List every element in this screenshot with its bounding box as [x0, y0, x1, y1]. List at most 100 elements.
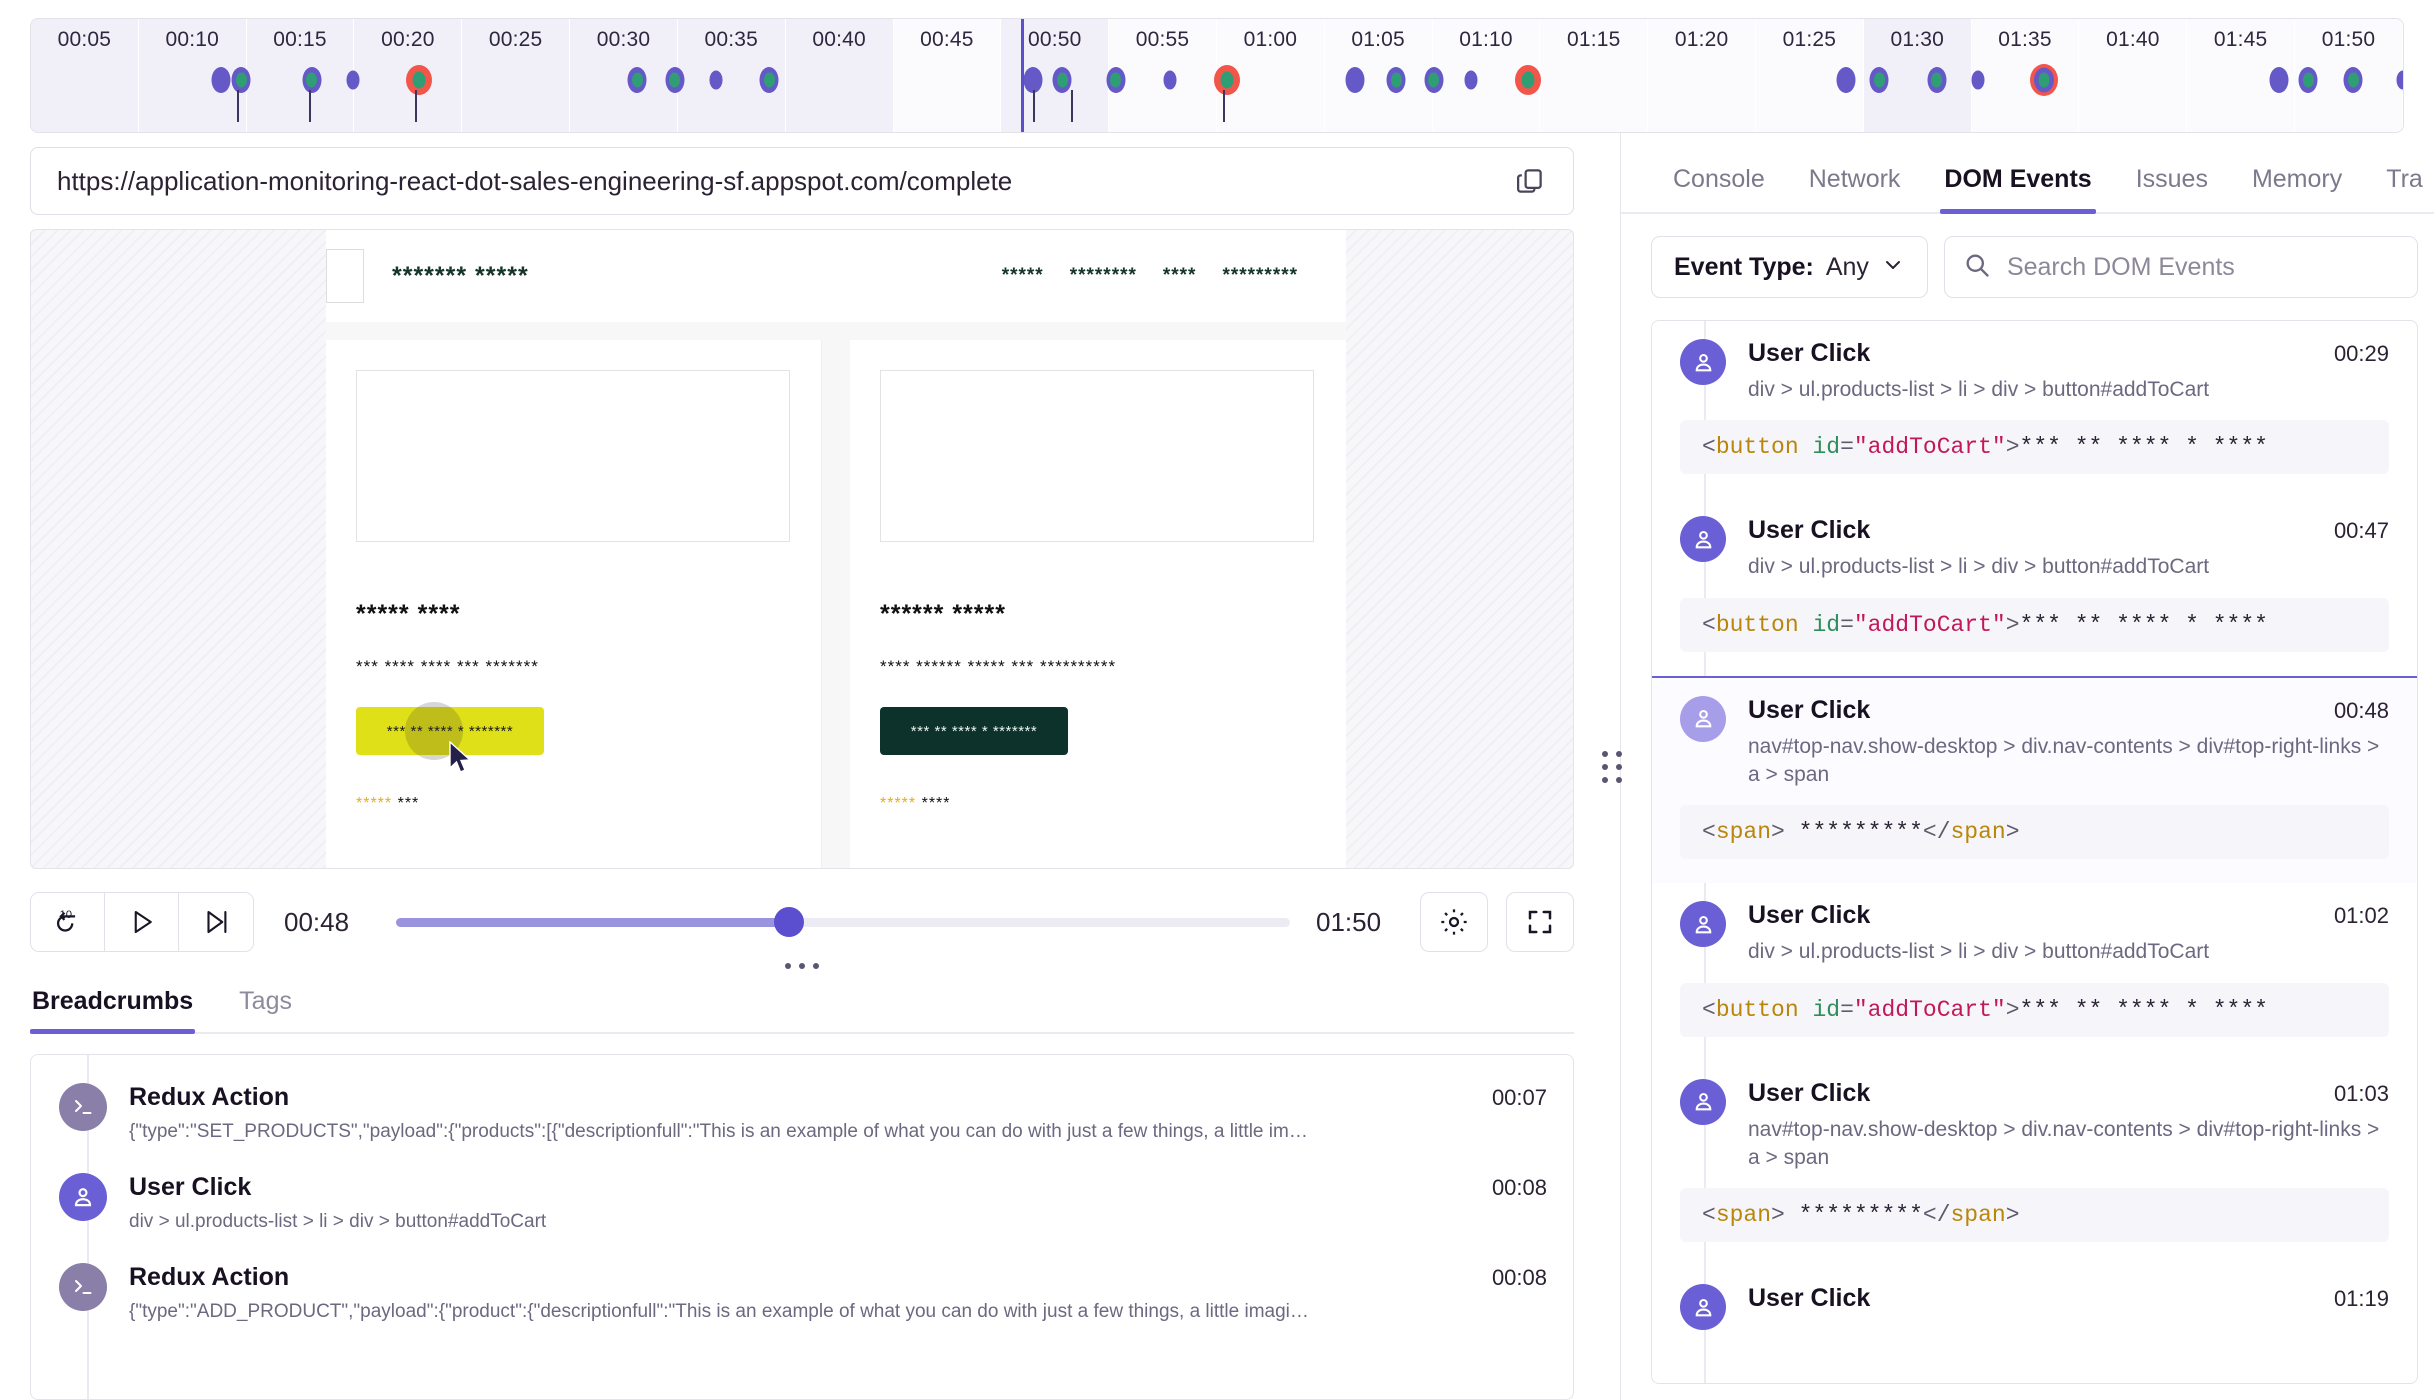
- dom-event-item[interactable]: User Click00:48nav#top-nav.show-desktop …: [1652, 676, 2417, 884]
- dom-event-item[interactable]: User Click00:47div > ul.products-list > …: [1652, 498, 2417, 675]
- timeline-tick: [309, 90, 311, 122]
- timeline-tick-label: 01:15: [1540, 28, 1647, 52]
- add-to-cart-button[interactable]: *** ** **** * *******: [880, 707, 1068, 755]
- left-pane: https://application-monitoring-react-dot…: [0, 133, 1604, 1400]
- event-type-select[interactable]: Event Type: Any: [1651, 236, 1928, 298]
- breadcrumbs-list[interactable]: Redux Action00:07{"type":"SET_PRODUCTS",…: [30, 1054, 1574, 1400]
- tab-tra[interactable]: Tra: [2364, 147, 2434, 212]
- event-type-label: Event Type:: [1674, 253, 1814, 282]
- tab-tags[interactable]: Tags: [237, 987, 294, 1032]
- timeline-marker[interactable]: [2397, 71, 2405, 90]
- dom-event-code: <button id="addToCart">*** ** **** * ***…: [1680, 983, 2389, 1037]
- gear-icon[interactable]: [1420, 892, 1488, 952]
- timeline-tick-label: 00:15: [247, 28, 354, 52]
- breadcrumb-time: 00:07: [1492, 1085, 1547, 1111]
- dom-event-item[interactable]: User Click00:29div > ul.products-list > …: [1652, 321, 2417, 498]
- scrubber-handle[interactable]: [774, 907, 804, 937]
- chevron-down-icon: [1881, 253, 1905, 282]
- search-input[interactable]: [2007, 253, 2399, 282]
- breadcrumb-time: 00:08: [1492, 1265, 1547, 1291]
- dom-event-item[interactable]: User Click01:02div > ul.products-list > …: [1652, 883, 2417, 1060]
- replay-viewport[interactable]: ******* ***** ***** ******** **** ******…: [30, 229, 1574, 869]
- timeline-tick: [1071, 90, 1073, 122]
- timeline-marker[interactable]: [1163, 71, 1176, 90]
- user-icon: [1680, 901, 1726, 947]
- fullscreen-icon[interactable]: [1506, 892, 1574, 952]
- tab-issues[interactable]: Issues: [2114, 147, 2230, 212]
- dom-event-selector: div > ul.products-list > li > div > butt…: [1748, 553, 2389, 581]
- replay-site-header: ******* ***** ***** ******** **** ******…: [326, 230, 1346, 322]
- breadcrumb-content: Redux Action00:08{"type":"ADD_PRODUCT","…: [129, 1263, 1547, 1323]
- main-split: https://application-monitoring-react-dot…: [0, 133, 2434, 1400]
- timeline-ticks: [31, 88, 2403, 122]
- timeline-strip[interactable]: 00:0500:1000:1500:2000:2500:3000:3500:40…: [30, 18, 2404, 133]
- dom-event-content: User Click01:02div > ul.products-list > …: [1748, 901, 2389, 966]
- search-icon: [1963, 251, 1991, 284]
- site-logo: [326, 249, 364, 303]
- timeline-marker[interactable]: [1464, 71, 1477, 90]
- timeline-tick: [1033, 90, 1035, 122]
- dom-event-content: User Click00:48nav#top-nav.show-desktop …: [1748, 696, 2389, 790]
- timeline-marker[interactable]: [1972, 71, 1985, 90]
- breadcrumb-item[interactable]: Redux Action00:08{"type":"ADD_PRODUCT","…: [31, 1249, 1573, 1339]
- timeline-tick-label: 01:30: [1864, 28, 1971, 52]
- copy-icon[interactable]: [1509, 160, 1551, 202]
- breadcrumb-title: User Click: [129, 1173, 251, 1202]
- product-image: [356, 370, 790, 542]
- play-icon[interactable]: [105, 893, 179, 951]
- timeline-tick-label: 00:50: [1001, 28, 1108, 52]
- dom-event-item[interactable]: User Click01:19: [1652, 1266, 2417, 1336]
- dom-event-content: User Click00:29div > ul.products-list > …: [1748, 339, 2389, 404]
- nav-link: *********: [1222, 265, 1298, 287]
- tab-memory[interactable]: Memory: [2230, 147, 2364, 212]
- add-to-cart-button[interactable]: *** ** **** * *******: [356, 707, 544, 755]
- tab-breadcrumbs[interactable]: Breadcrumbs: [30, 987, 195, 1032]
- timeline-tick-label: 00:35: [678, 28, 785, 52]
- playback-controls: 10: [30, 885, 1574, 959]
- dom-events-list[interactable]: User Click 00:29 div > ul.products-list > …: [1651, 320, 2418, 1384]
- breadcrumb-title: Redux Action: [129, 1083, 289, 1112]
- skip-next-icon[interactable]: [179, 893, 253, 951]
- dom-event-title: User Click: [1748, 1079, 1870, 1108]
- dom-event-title: User Click: [1748, 901, 1870, 930]
- replayed-page: ******* ***** ***** ******** **** ******…: [326, 230, 1346, 868]
- nav-link: *****: [1002, 265, 1044, 287]
- url-bar[interactable]: https://application-monitoring-react-dot…: [30, 147, 1574, 215]
- timeline-marker[interactable]: [346, 71, 359, 90]
- timeline-tick: [237, 90, 239, 122]
- tab-dom-events[interactable]: DOM Events: [1922, 147, 2113, 212]
- breadcrumbs-tabs: Breadcrumbs Tags: [30, 987, 1574, 1034]
- user-icon: [1680, 696, 1726, 742]
- terminal-icon: [59, 1083, 107, 1131]
- devtools-filters: Event Type: Any: [1621, 214, 2434, 320]
- scrubber[interactable]: [396, 911, 1290, 933]
- breadcrumb-title: Redux Action: [129, 1263, 289, 1292]
- dom-event-time: 00:29: [2334, 341, 2389, 367]
- timeline-tick-label: 00:55: [1109, 28, 1216, 52]
- timeline-tick-label: 01:35: [1972, 28, 2079, 52]
- site-nav-links: ***** ******** **** *********: [1002, 265, 1298, 287]
- current-time: 00:48: [284, 907, 370, 938]
- dom-event-content: User Click00:47div > ul.products-list > …: [1748, 516, 2389, 581]
- tab-console[interactable]: Console: [1651, 147, 1787, 212]
- tab-network[interactable]: Network: [1787, 147, 1923, 212]
- dom-event-title: User Click: [1748, 696, 1870, 725]
- breadcrumb-item[interactable]: Redux Action00:07{"type":"SET_PRODUCTS",…: [31, 1069, 1573, 1159]
- timeline-tick-label: 00:05: [31, 28, 138, 52]
- timeline-tick-label: 01:00: [1217, 28, 1324, 52]
- rating-stars: *****: [880, 795, 916, 812]
- dom-event-selector: div > ul.products-list > li > div > butt…: [1748, 938, 2389, 966]
- user-icon: [1680, 339, 1726, 385]
- breadcrumb-item[interactable]: User Click00:08div > ul.products-list > …: [31, 1159, 1573, 1249]
- vertical-drag-handle[interactable]: [1604, 133, 1620, 1400]
- rewind-10-icon[interactable]: 10: [31, 893, 105, 951]
- timeline-marker[interactable]: [709, 71, 722, 90]
- dom-event-item[interactable]: User Click01:03nav#top-nav.show-desktop …: [1652, 1061, 2417, 1267]
- timeline-playhead[interactable]: [1021, 19, 1024, 132]
- horizontal-drag-handle[interactable]: [30, 963, 1574, 969]
- dom-event-title: User Click: [1748, 1284, 1870, 1313]
- event-type-value: Any: [1826, 253, 1869, 282]
- search-dom-events[interactable]: [1944, 236, 2418, 298]
- timeline-tick-label: 00:40: [786, 28, 893, 52]
- timeline-tick-label: 00:10: [139, 28, 246, 52]
